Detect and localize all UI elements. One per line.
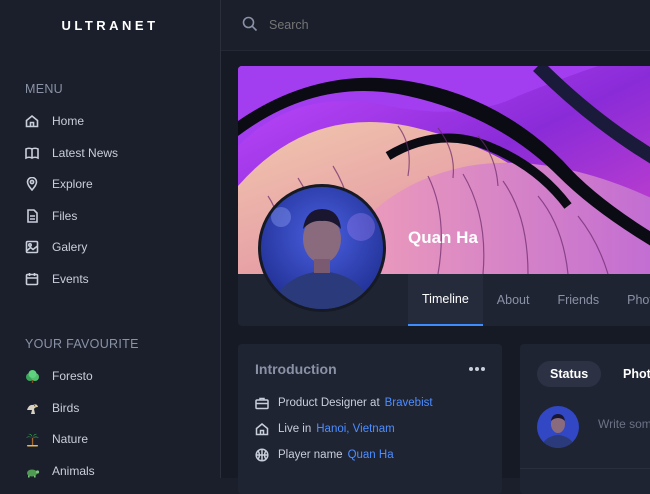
profile-name: Quan Ha (408, 228, 478, 247)
image-icon (25, 240, 39, 254)
bush-icon (25, 369, 40, 384)
post-composer-card: Status Photo Write something (520, 344, 650, 494)
tab-photos[interactable]: Photos (613, 274, 650, 326)
sidebar-item-label: Latest News (52, 146, 119, 160)
sidebar-item-label: Files (52, 209, 78, 223)
location-pin-icon (25, 177, 39, 191)
sidebar-item-files[interactable]: Files (25, 206, 77, 226)
profile-tabs: Timeline About Friends Photos (408, 274, 650, 326)
favourite-section-title: YOUR FAVOURITE (25, 337, 139, 351)
sidebar-item-label: Birds (52, 401, 80, 415)
sidebar-item-events[interactable]: Events (25, 269, 89, 289)
introduction-card: Introduction Product Designer at Bravebi… (238, 344, 502, 494)
intro-location-row: Live in Hanoi, Vietnam (255, 419, 395, 439)
book-icon (25, 146, 39, 160)
briefcase-icon (255, 396, 269, 410)
composer-tab-status[interactable]: Status (537, 361, 602, 387)
tab-timeline[interactable]: Timeline (408, 274, 483, 326)
eagle-icon (25, 401, 40, 416)
sidebar-item-label: Nature (52, 432, 89, 446)
location-link[interactable]: Hanoi, Vietnam (316, 423, 394, 435)
composer-avatar (537, 406, 579, 448)
intro-location-label: Live in (278, 423, 312, 435)
tab-about[interactable]: About (483, 274, 544, 326)
search-icon (242, 16, 258, 32)
intro-job-row: Product Designer at Bravebist (255, 393, 433, 413)
sidebar-item-label: Home (52, 114, 85, 128)
basketball-icon (255, 448, 269, 462)
palm-tree-icon (25, 432, 40, 447)
file-icon (25, 209, 39, 223)
sidebar-item-label: Events (52, 272, 89, 286)
main-content: Quan Ha Timeline About Friends Photos In… (221, 0, 650, 494)
composer-input[interactable]: Write something (598, 417, 650, 431)
intro-player-row: Player name Quan Ha (255, 445, 394, 465)
company-link[interactable]: Bravebist (385, 397, 433, 409)
profile-avatar[interactable] (258, 184, 386, 312)
sidebar-item-label: Galery (52, 240, 88, 254)
sidebar-item-label: Foresto (52, 369, 93, 383)
sidebar-fav-birds[interactable]: Birds (25, 398, 79, 418)
intro-job-label: Product Designer at (278, 397, 380, 409)
sidebar-item-galery[interactable]: Galery (25, 237, 87, 257)
sidebar: ULTRANET MENU Home Latest News Explore F… (0, 0, 221, 478)
profile-card: Quan Ha Timeline About Friends Photos (238, 66, 650, 326)
sidebar-item-explore[interactable]: Explore (25, 174, 93, 194)
composer-tab-photo[interactable]: Photo (623, 367, 650, 381)
tab-friends[interactable]: Friends (543, 274, 613, 326)
turtle-icon (25, 464, 40, 479)
calendar-icon (25, 272, 39, 286)
menu-section-title: MENU (25, 82, 64, 96)
sidebar-fav-animals[interactable]: Animals (25, 461, 95, 481)
sidebar-item-label: Explore (52, 177, 93, 191)
home-icon (255, 422, 269, 436)
composer-divider (520, 468, 650, 469)
sidebar-item-label: Animals (52, 464, 95, 478)
sidebar-item-home[interactable]: Home (25, 111, 84, 131)
sidebar-fav-nature[interactable]: Nature (25, 429, 88, 449)
more-options-icon[interactable] (468, 366, 486, 372)
home-icon (25, 114, 39, 128)
player-link[interactable]: Quan Ha (348, 449, 394, 461)
intro-player-label: Player name (278, 449, 343, 461)
sidebar-fav-foresto[interactable]: Foresto (25, 366, 93, 386)
search-input[interactable] (267, 14, 571, 36)
top-bar (221, 0, 650, 51)
sidebar-item-latest-news[interactable]: Latest News (25, 143, 118, 163)
app-logo[interactable]: ULTRANET (0, 18, 220, 33)
intro-title: Introduction (255, 361, 337, 377)
